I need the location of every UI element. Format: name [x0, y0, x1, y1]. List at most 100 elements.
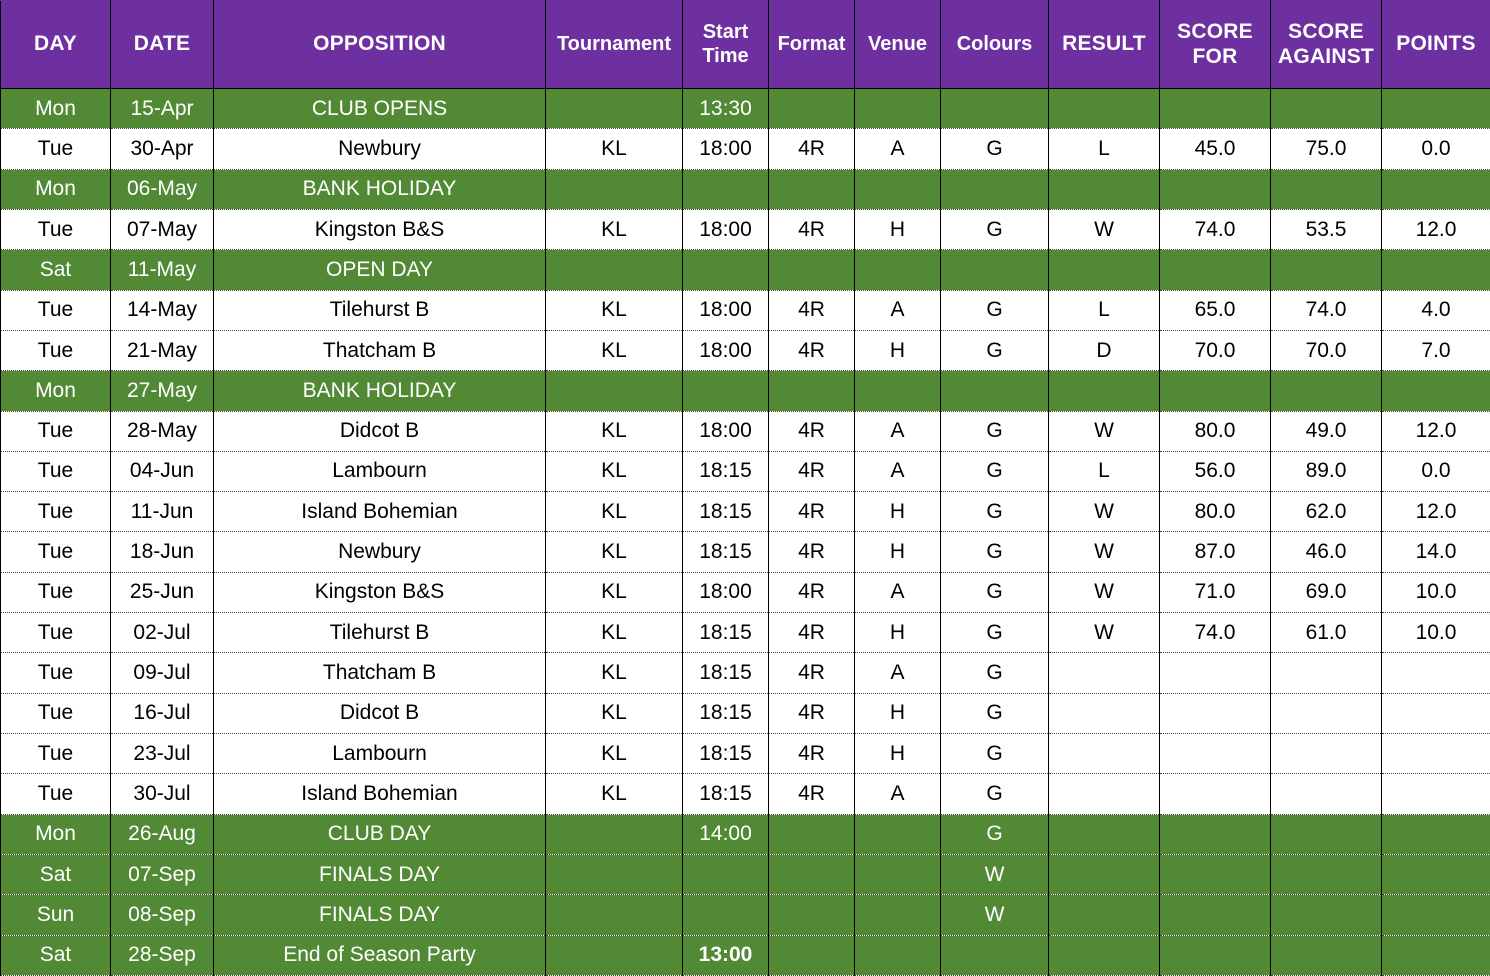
cell-start_time[interactable]: 18:00 [682, 289, 769, 331]
cell-format[interactable]: 4R [768, 612, 855, 654]
column-header-format[interactable]: Format [768, 0, 855, 89]
cell-opposition[interactable]: Newbury [213, 128, 546, 170]
cell-day[interactable]: Tue [0, 410, 111, 452]
table-row[interactable]: Tue 18-Jun Newbury KL 18:15 4R H G W 87.0 46.0 14.0 [0, 531, 1490, 573]
cell-venue[interactable] [854, 813, 941, 855]
cell-venue[interactable]: H [854, 692, 941, 735]
cell-date[interactable]: 30-Apr [110, 128, 214, 170]
cell-colours[interactable]: G [940, 531, 1049, 573]
cell-points[interactable] [1381, 853, 1490, 896]
cell-score_for[interactable]: 87.0 [1159, 531, 1271, 573]
cell-opposition[interactable]: Lambourn [213, 450, 546, 493]
cell-points[interactable] [1381, 732, 1490, 775]
cell-opposition[interactable]: Kingston B&S [213, 208, 546, 251]
cell-tournament[interactable]: KL [545, 329, 683, 372]
cell-tournament[interactable]: KL [545, 289, 683, 331]
cell-colours[interactable]: G [940, 813, 1049, 855]
cell-format[interactable]: 4R [768, 128, 855, 170]
table-row[interactable]: Mon 27-May BANK HOLIDAY [0, 370, 1490, 412]
cell-score_for[interactable] [1159, 813, 1271, 855]
cell-score_against[interactable]: 61.0 [1270, 612, 1382, 654]
cell-opposition[interactable]: CLUB OPENS [213, 87, 546, 130]
cell-tournament[interactable] [545, 813, 683, 855]
cell-tournament[interactable]: KL [545, 128, 683, 170]
table-row[interactable]: Tue 02-Jul Tilehurst B KL 18:15 4R H G W 74.0 61.0… [0, 612, 1490, 654]
cell-result[interactable]: L [1048, 128, 1160, 170]
cell-points[interactable]: 12.0 [1381, 491, 1490, 533]
cell-day[interactable]: Tue [0, 531, 111, 573]
cell-start_time[interactable]: 18:00 [682, 410, 769, 452]
cell-tournament[interactable] [545, 894, 683, 936]
cell-colours[interactable]: G [940, 410, 1049, 452]
cell-tournament[interactable] [545, 168, 683, 210]
cell-start_time[interactable] [682, 894, 769, 936]
cell-date[interactable]: 06-May [110, 168, 214, 210]
cell-day[interactable]: Sun [0, 894, 111, 936]
cell-score_for[interactable] [1159, 934, 1271, 976]
cell-opposition[interactable]: Thatcham B [213, 652, 546, 694]
cell-date[interactable]: 21-May [110, 329, 214, 372]
cell-points[interactable]: 7.0 [1381, 329, 1490, 372]
cell-score_against[interactable]: 46.0 [1270, 531, 1382, 573]
cell-start_time[interactable]: 18:15 [682, 531, 769, 573]
cell-venue[interactable] [854, 934, 941, 976]
cell-date[interactable]: 09-Jul [110, 652, 214, 694]
cell-venue[interactable] [854, 853, 941, 896]
table-row[interactable]: Tue 25-Jun Kingston B&S KL 18:00 4R A G W 71.0 69.… [0, 571, 1490, 614]
column-header-day[interactable]: DAY [0, 0, 111, 89]
cell-score_for[interactable] [1159, 249, 1271, 291]
cell-score_against[interactable] [1270, 894, 1382, 936]
cell-colours[interactable]: G [940, 571, 1049, 614]
cell-venue[interactable]: A [854, 571, 941, 614]
cell-date[interactable]: 18-Jun [110, 531, 214, 573]
cell-opposition[interactable]: BANK HOLIDAY [213, 168, 546, 210]
table-row[interactable]: Sun 08-Sep FINALS DAY W [0, 894, 1490, 936]
table-row[interactable]: Tue 16-Jul Didcot B KL 18:15 4R H G [0, 692, 1490, 735]
cell-date[interactable]: 25-Jun [110, 571, 214, 614]
cell-opposition[interactable]: Didcot B [213, 410, 546, 452]
column-header-points[interactable]: POINTS [1381, 0, 1490, 89]
cell-result[interactable]: W [1048, 531, 1160, 573]
cell-result[interactable]: L [1048, 450, 1160, 493]
cell-format[interactable] [768, 168, 855, 210]
column-header-colours[interactable]: Colours [940, 0, 1049, 89]
cell-day[interactable]: Mon [0, 87, 111, 130]
cell-format[interactable] [768, 934, 855, 976]
cell-points[interactable] [1381, 87, 1490, 130]
cell-score_against[interactable]: 70.0 [1270, 329, 1382, 372]
cell-score_for[interactable] [1159, 652, 1271, 694]
cell-colours[interactable]: G [940, 289, 1049, 331]
table-row[interactable]: Mon 15-Apr CLUB OPENS 13:30 [0, 87, 1490, 130]
cell-score_against[interactable] [1270, 732, 1382, 775]
table-row[interactable]: Tue 14-May Tilehurst B KL 18:00 4R A G L 65.0 74.0… [0, 289, 1490, 331]
cell-date[interactable]: 11-Jun [110, 491, 214, 533]
cell-start_time[interactable]: 18:15 [682, 491, 769, 533]
cell-result[interactable] [1048, 370, 1160, 412]
table-row[interactable]: Sat 07-Sep FINALS DAY W [0, 853, 1490, 896]
cell-colours[interactable]: G [940, 329, 1049, 372]
cell-date[interactable]: 23-Jul [110, 732, 214, 775]
cell-venue[interactable] [854, 249, 941, 291]
cell-day[interactable]: Tue [0, 329, 111, 372]
cell-day[interactable]: Sat [0, 853, 111, 896]
cell-format[interactable]: 4R [768, 329, 855, 372]
cell-score_against[interactable] [1270, 692, 1382, 735]
cell-points[interactable]: 0.0 [1381, 128, 1490, 170]
cell-format[interactable]: 4R [768, 732, 855, 775]
table-row[interactable]: Mon 26-Aug CLUB DAY 14:00 G [0, 813, 1490, 855]
cell-result[interactable]: L [1048, 289, 1160, 331]
cell-start_time[interactable]: 18:15 [682, 773, 769, 815]
cell-format[interactable] [768, 813, 855, 855]
column-header-opposition[interactable]: OPPOSITION [213, 0, 546, 89]
cell-start_time[interactable]: 14:00 [682, 813, 769, 855]
cell-date[interactable]: 16-Jul [110, 692, 214, 735]
cell-colours[interactable]: G [940, 732, 1049, 775]
cell-venue[interactable]: H [854, 208, 941, 251]
cell-start_time[interactable]: 18:15 [682, 692, 769, 735]
cell-score_against[interactable]: 69.0 [1270, 571, 1382, 614]
cell-venue[interactable] [854, 87, 941, 130]
cell-colours[interactable] [940, 370, 1049, 412]
cell-date[interactable]: 15-Apr [110, 87, 214, 130]
cell-day[interactable]: Sat [0, 249, 111, 291]
cell-tournament[interactable] [545, 853, 683, 896]
